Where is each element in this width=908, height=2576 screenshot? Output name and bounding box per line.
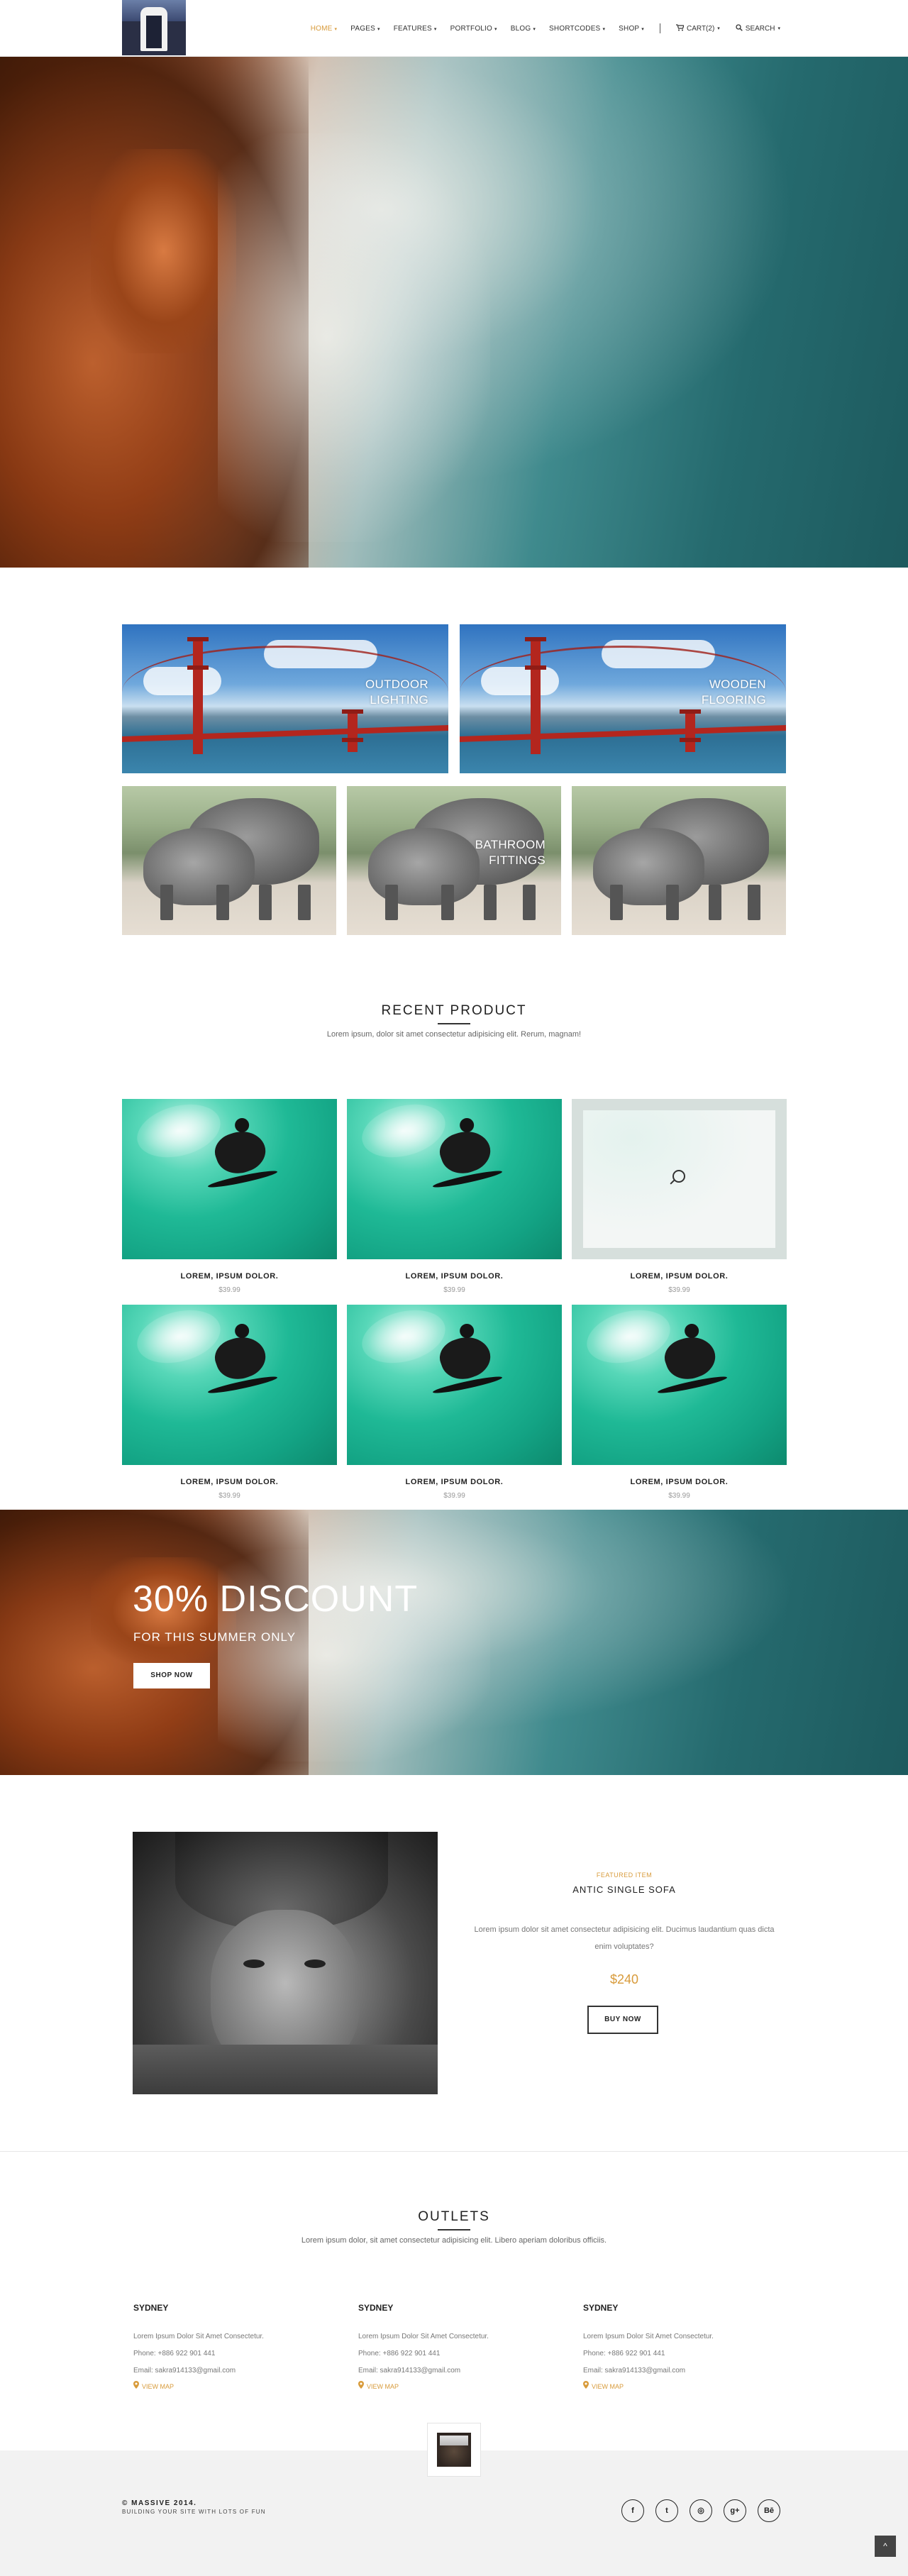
outlet-phone: Phone: +886 922 901 441: [133, 2350, 216, 2357]
discount-subtitle: FOR THIS SUMMER ONLY: [133, 1630, 297, 1644]
category-tile-wooden-flooring[interactable]: WOODEN FLOORING: [460, 624, 786, 773]
outlet-email: Email: sakra914133@gmail.com: [583, 2367, 686, 2375]
category-tile-outdoor-lighting[interactable]: OUTDOOR LIGHTING: [122, 624, 448, 773]
copyright-text: © MASSIVE 2014.: [122, 2499, 197, 2507]
view-map-link[interactable]: VIEW MAP: [133, 2379, 318, 2394]
product-card[interactable]: LOREM, IPSUM DOLOR. $39.99: [347, 1099, 562, 1305]
site-logo[interactable]: [122, 0, 186, 55]
search-link[interactable]: SEARCH ▾: [736, 23, 780, 33]
product-price: $39.99: [218, 1492, 240, 1500]
category-tile-bathroom-fittings[interactable]: BATHROOM FITTINGS: [347, 786, 561, 935]
product-name[interactable]: LOREM, IPSUM DOLOR.: [572, 1478, 787, 1486]
nav-item-blog[interactable]: BLOG ▾: [511, 25, 536, 33]
cart-label: CART(2): [687, 24, 715, 33]
shop-now-button[interactable]: SHOP NOW: [133, 1663, 210, 1688]
twitter-icon[interactable]: t: [655, 2499, 678, 2522]
category-tile-rhino-3[interactable]: [572, 786, 786, 935]
product-name[interactable]: LOREM, IPSUM DOLOR.: [122, 1478, 337, 1486]
zoom-icon[interactable]: [672, 1170, 685, 1183]
buy-now-button[interactable]: BUY NOW: [587, 2006, 658, 2034]
outlet-phone: Phone: +886 922 901 441: [358, 2350, 441, 2357]
product-image[interactable]: [572, 1305, 787, 1465]
section-divider: [438, 1023, 470, 1024]
section-separator: [0, 2151, 908, 2152]
featured-item-image: [133, 1832, 438, 2094]
category-label: WOODEN FLOORING: [701, 678, 766, 707]
product-name[interactable]: LOREM, IPSUM DOLOR.: [572, 1272, 787, 1281]
google-plus-icon[interactable]: g+: [724, 2499, 746, 2522]
featured-item-label: FEATURED ITEM: [596, 1872, 653, 1879]
product-name[interactable]: LOREM, IPSUM DOLOR.: [347, 1272, 562, 1281]
category-tile-rhino-1[interactable]: [122, 786, 336, 935]
outlet-address: Lorem Ipsum Dolor Sit Amet Consectetur.: [133, 2333, 264, 2340]
category-label: OUTDOOR LIGHTING: [365, 678, 428, 707]
footer-logo[interactable]: [427, 2423, 481, 2477]
outlet-email: Email: sakra914133@gmail.com: [358, 2367, 461, 2375]
product-image[interactable]: [122, 1099, 337, 1259]
nav-item-home[interactable]: HOME ▾: [311, 25, 338, 33]
map-marker-icon: [358, 2379, 364, 2394]
view-map-link[interactable]: VIEW MAP: [583, 2379, 768, 2394]
product-price: $39.99: [668, 1492, 690, 1500]
recent-product-title: RECENT PRODUCT: [381, 1003, 527, 1018]
product-image[interactable]: [122, 1305, 337, 1465]
site-header: HOME ▾ PAGES ▾ FEATURES ▾ PORTFOLIO ▾ BLOG ▾ …: [0, 0, 908, 57]
product-price: $39.99: [218, 1286, 240, 1294]
map-marker-icon: [133, 2379, 139, 2394]
discount-title: 30% DISCOUNT: [133, 1579, 419, 1620]
back-to-top-button[interactable]: ^: [875, 2536, 896, 2557]
outlet-card: SYDNEY Lorem Ipsum Dolor Sit Amet Consec…: [583, 2303, 768, 2394]
outlet-address: Lorem Ipsum Dolor Sit Amet Consectetur.: [583, 2333, 714, 2340]
featured-item-price: $240: [609, 1972, 639, 1986]
outlet-card: SYDNEY Lorem Ipsum Dolor Sit Amet Consec…: [358, 2303, 543, 2394]
cart-link[interactable]: CART(2) ▾: [676, 23, 720, 33]
category-label: BATHROOM FITTINGS: [475, 838, 546, 867]
chevron-up-icon: ^: [883, 2541, 887, 2551]
dribbble-icon[interactable]: ◎: [690, 2499, 712, 2522]
product-name[interactable]: LOREM, IPSUM DOLOR.: [347, 1478, 562, 1486]
product-card[interactable]: LOREM, IPSUM DOLOR. $39.99: [572, 1305, 787, 1510]
recent-product-subtitle: Lorem ipsum, dolor sit amet consectetur …: [326, 1030, 582, 1039]
nav-item-portfolio[interactable]: PORTFOLIO ▾: [450, 25, 497, 33]
product-image[interactable]: [347, 1099, 562, 1259]
nav-item-features[interactable]: FEATURES ▾: [394, 25, 437, 33]
outlet-city: SYDNEY: [583, 2303, 619, 2313]
behance-icon[interactable]: Bē: [758, 2499, 780, 2522]
product-card[interactable]: LOREM, IPSUM DOLOR. $39.99: [122, 1099, 337, 1305]
nav-item-pages[interactable]: PAGES ▾: [350, 25, 380, 33]
product-name[interactable]: LOREM, IPSUM DOLOR.: [122, 1272, 337, 1281]
featured-item-name: ANTIC SINGLE SOFA: [572, 1884, 676, 1895]
outlet-email: Email: sakra914133@gmail.com: [133, 2367, 236, 2375]
product-price: $39.99: [443, 1492, 465, 1500]
outlet-city: SYDNEY: [133, 2303, 169, 2313]
product-price: $39.99: [668, 1286, 690, 1294]
cart-icon: [676, 23, 685, 33]
section-divider: [438, 2229, 470, 2230]
product-price: $39.99: [443, 1286, 465, 1294]
hero-banner-image: [0, 57, 908, 568]
outlet-card: SYDNEY Lorem Ipsum Dolor Sit Amet Consec…: [133, 2303, 318, 2394]
nav-item-shop[interactable]: SHOP ▾: [619, 25, 644, 33]
map-marker-icon: [583, 2379, 589, 2394]
product-card[interactable]: LOREM, IPSUM DOLOR. $39.99: [122, 1305, 337, 1510]
product-card[interactable]: LOREM, IPSUM DOLOR. $39.99: [572, 1099, 787, 1305]
outlets-subtitle: Lorem ipsum dolor, sit amet consectetur …: [301, 2236, 607, 2245]
view-map-link[interactable]: VIEW MAP: [358, 2379, 543, 2394]
search-icon: [736, 23, 743, 33]
footer-tagline: BUILDING YOUR SITE WITH LOTS OF FUN: [122, 2509, 266, 2515]
nav-item-shortcodes[interactable]: SHORTCODES ▾: [549, 25, 605, 33]
outlet-address: Lorem Ipsum Dolor Sit Amet Consectetur.: [358, 2333, 489, 2340]
search-label: SEARCH: [745, 24, 775, 33]
product-card[interactable]: LOREM, IPSUM DOLOR. $39.99: [347, 1305, 562, 1510]
outlet-city: SYDNEY: [358, 2303, 394, 2313]
product-image-hover[interactable]: [572, 1099, 787, 1259]
outlets-title: OUTLETS: [418, 2209, 490, 2224]
main-navigation: HOME ▾ PAGES ▾ FEATURES ▾ PORTFOLIO ▾ BLOG ▾ …: [297, 21, 780, 35]
facebook-icon[interactable]: f: [621, 2499, 644, 2522]
product-image[interactable]: [347, 1305, 562, 1465]
featured-item-description: Lorem ipsum dolor sit amet consectetur a…: [474, 1925, 775, 1951]
outlet-phone: Phone: +886 922 901 441: [583, 2350, 665, 2357]
discount-banner: 30% DISCOUNT FOR THIS SUMMER ONLY SHOP N…: [0, 1510, 908, 1775]
